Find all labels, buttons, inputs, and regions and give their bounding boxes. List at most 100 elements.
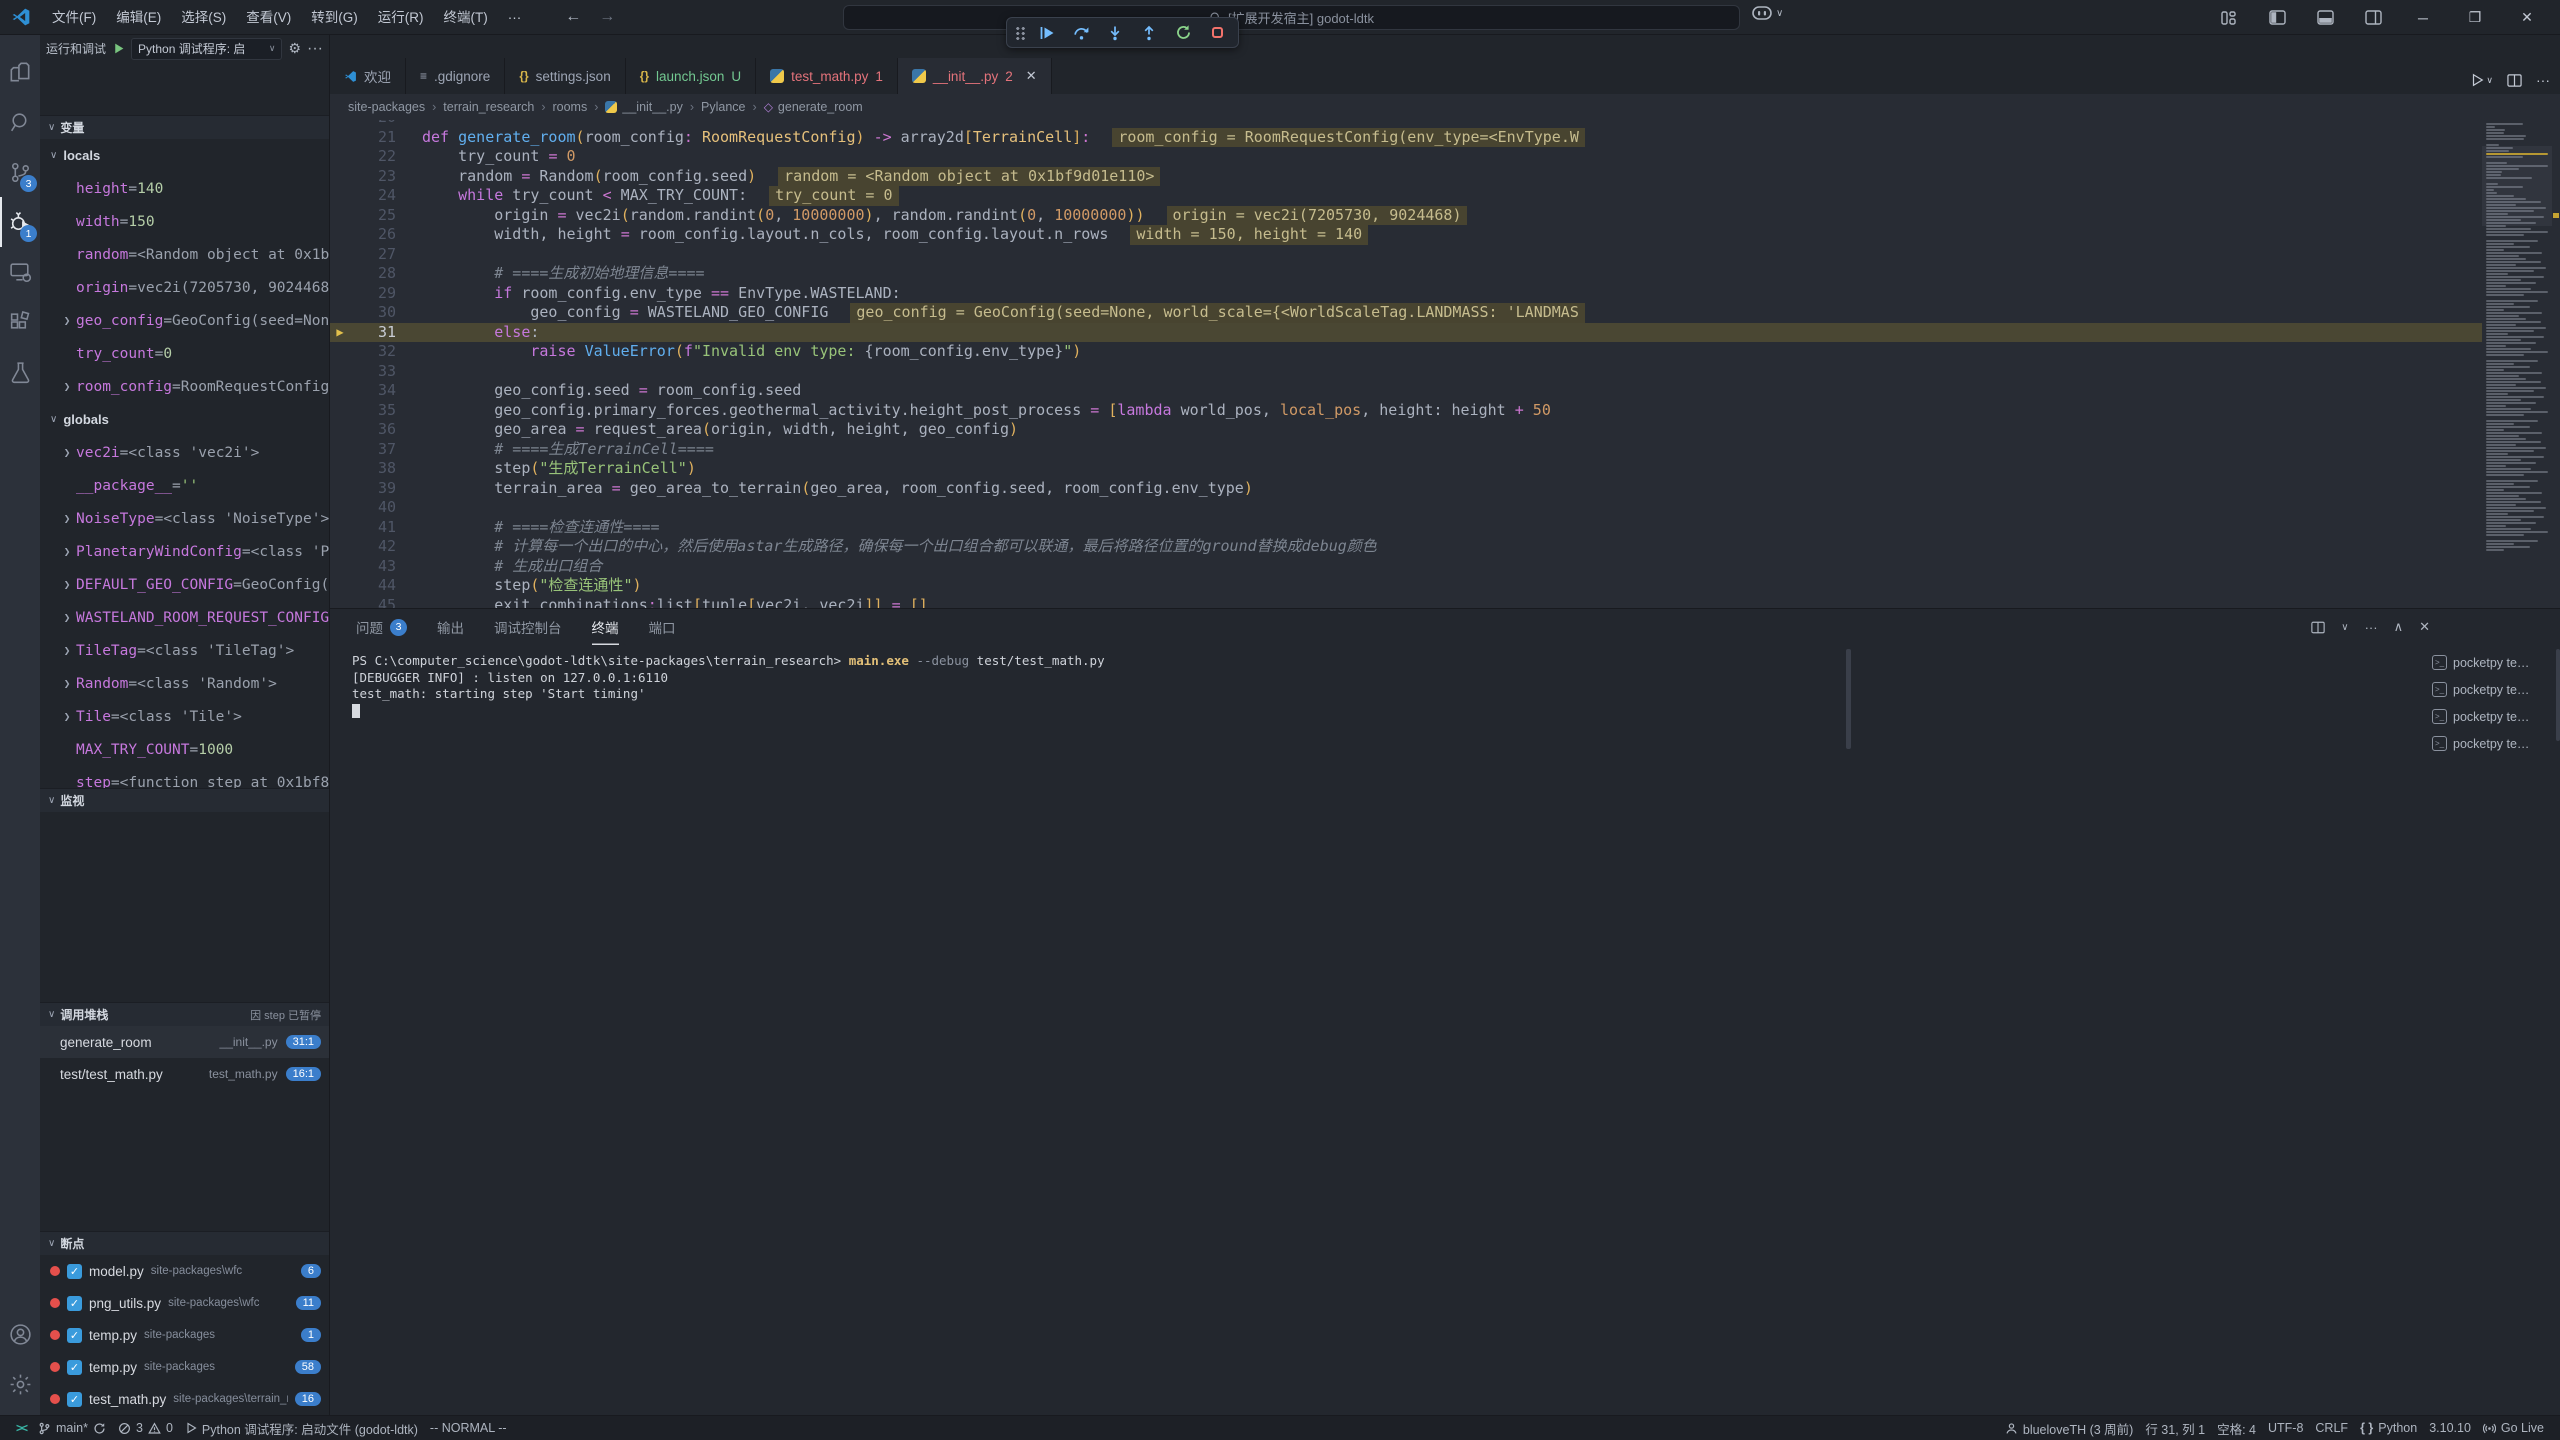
activity-testing-icon[interactable] — [0, 347, 40, 397]
breakpoint-row[interactable]: ✓png_utils.pysite-packages\wfc11 — [40, 1287, 329, 1319]
variables-section-header[interactable]: ∨变量 — [40, 115, 329, 139]
drag-handle-icon[interactable] — [1015, 26, 1026, 40]
code-editor[interactable]: 2021def generate_room(room_config: RoomR… — [330, 120, 2560, 608]
status-debug-status[interactable]: Python 调试程序: 启动文件 (godot-ldtk) — [179, 1416, 424, 1440]
tab-__init__.py[interactable]: __init__.py2✕ — [898, 58, 1052, 94]
code-line[interactable]: 20 — [330, 120, 2560, 128]
line-number[interactable]: 24 — [350, 186, 396, 206]
stop-button[interactable] — [1202, 20, 1232, 46]
activity-source-control-icon[interactable]: 3 — [0, 147, 40, 197]
terminal-list-scrollbar[interactable] — [2556, 649, 2560, 741]
code-line[interactable]: 21def generate_room(room_config: RoomReq… — [330, 128, 2560, 148]
variable-row[interactable]: ❯PlanetaryWindConfig = <class 'Planeta… — [40, 535, 329, 568]
code-line[interactable]: 45 exit_combinations:list[tuple[vec2i, v… — [330, 596, 2560, 609]
breakpoint-checkbox[interactable]: ✓ — [67, 1392, 82, 1407]
continue-button[interactable] — [1032, 20, 1062, 46]
status-indentation[interactable]: 空格: 4 — [2211, 1416, 2262, 1440]
variable-row[interactable]: ❯room_config = RoomRequestConfig(env_t… — [40, 370, 329, 403]
split-editor-icon[interactable] — [2507, 73, 2522, 88]
code-line[interactable]: 29 if room_config.env_type == EnvType.WA… — [330, 284, 2560, 304]
variable-row[interactable]: width = 150 — [40, 205, 329, 238]
variable-row[interactable]: random = <Random object at 0x1bf9d01e… — [40, 238, 329, 271]
line-number[interactable]: 27 — [350, 245, 396, 265]
call-stack-section-header[interactable]: ∨调用堆栈 因 step 已暂停 — [40, 1002, 329, 1026]
code-line[interactable]: 30 geo_config = WASTELAND_GEO_CONFIGgeo_… — [330, 303, 2560, 323]
variable-row[interactable]: MAX_TRY_COUNT = 1000 — [40, 733, 329, 766]
line-number[interactable]: 30 — [350, 303, 396, 323]
line-number[interactable]: 25 — [350, 206, 396, 226]
line-number[interactable]: 40 — [350, 498, 396, 518]
tab-settings.json[interactable]: {}settings.json — [505, 58, 625, 94]
activity-run-and-debug-icon[interactable]: 1 — [0, 197, 40, 247]
variable-row[interactable]: height = 140 — [40, 172, 329, 205]
line-number[interactable]: 42 — [350, 537, 396, 557]
step-over-button[interactable] — [1066, 20, 1096, 46]
minimap[interactable] — [2482, 120, 2552, 608]
breadcrumb-item[interactable]: ◇generate_room — [764, 100, 863, 114]
line-number[interactable]: 20 — [350, 120, 396, 128]
terminal-tab-item[interactable]: >_pocketpy te… — [2432, 703, 2554, 730]
terminal-tab-item[interactable]: >_pocketpy te… — [2432, 730, 2554, 757]
line-number[interactable]: 34 — [350, 381, 396, 401]
line-number[interactable]: 36 — [350, 420, 396, 440]
code-line[interactable]: 42 # 计算每一个出口的中心，然后使用astar生成路径，确保每一个出口组合都… — [330, 537, 2560, 557]
call-stack-frame[interactable]: test/test_math.pytest_math.py16:1 — [40, 1058, 329, 1090]
line-number[interactable]: 23 — [350, 167, 396, 187]
status-remote-indicator[interactable]: >< — [10, 1416, 32, 1440]
line-number[interactable]: 43 — [350, 557, 396, 577]
toggle-secondary-sidebar-icon[interactable] — [2354, 5, 2392, 31]
code-line[interactable]: ▶31 else: — [330, 323, 2560, 343]
status-git-branch[interactable]: main* — [32, 1416, 112, 1440]
tab-close-icon[interactable]: ✕ — [1026, 68, 1037, 84]
debug-configuration-select[interactable]: Python 调试程序: 启 ∨ — [131, 38, 282, 60]
variable-row[interactable]: origin = vec2i(7205730, 9024468) — [40, 271, 329, 304]
status-python-version[interactable]: 3.10.10 — [2423, 1416, 2477, 1440]
code-line[interactable]: 37 # ====生成TerrainCell==== — [330, 440, 2560, 460]
variable-row[interactable]: ❯Random = <class 'Random'> — [40, 667, 329, 700]
code-line[interactable]: 34 geo_config.seed = room_config.seed — [330, 381, 2560, 401]
line-number[interactable]: 31 — [350, 323, 396, 343]
code-line[interactable]: 27 — [330, 245, 2560, 265]
tab-.gdignore[interactable]: ≡.gdignore — [406, 58, 505, 94]
activity-search-icon[interactable] — [0, 97, 40, 147]
breadcrumb-item[interactable]: Pylance — [701, 100, 745, 114]
close-panel-icon[interactable]: ✕ — [2419, 619, 2430, 635]
breadcrumb-item[interactable]: rooms — [552, 100, 587, 114]
code-line[interactable]: 44 step("检查连通性") — [330, 576, 2560, 596]
code-line[interactable]: 23 random = Random(room_config.seed)rand… — [330, 167, 2560, 187]
menu-item-查看V[interactable]: 查看(V) — [236, 0, 301, 35]
gear-icon[interactable]: ⚙ — [288, 40, 301, 57]
breadcrumb-item[interactable]: site-packages — [348, 100, 425, 114]
line-number[interactable]: 37 — [350, 440, 396, 460]
line-number[interactable]: 39 — [350, 479, 396, 499]
variable-row[interactable]: ❯NoiseType = <class 'NoiseType'> — [40, 502, 329, 535]
breakpoint-checkbox[interactable]: ✓ — [67, 1296, 82, 1311]
line-number[interactable]: 41 — [350, 518, 396, 538]
tab-launch.json[interactable]: {}launch.jsonU — [626, 58, 756, 94]
panel-tab-输出[interactable]: 输出 — [437, 609, 464, 645]
panel-tab-端口[interactable]: 端口 — [649, 609, 676, 645]
variable-row[interactable]: ❯WASTELAND_ROOM_REQUEST_CONFIG = RoomR… — [40, 601, 329, 634]
line-number[interactable]: 29 — [350, 284, 396, 304]
code-line[interactable]: 26 width, height = room_config.layout.n_… — [330, 225, 2560, 245]
step-out-button[interactable] — [1134, 20, 1164, 46]
more-actions-icon[interactable]: ··· — [307, 40, 323, 58]
panel-tab-终端[interactable]: 终端 — [592, 609, 619, 645]
status-eol[interactable]: CRLF — [2309, 1416, 2354, 1440]
status-go-live[interactable]: Go Live — [2477, 1416, 2550, 1440]
run-python-file-button[interactable]: ∨ — [2470, 73, 2493, 87]
line-number[interactable]: 26 — [350, 225, 396, 245]
status-encoding[interactable]: UTF-8 — [2262, 1416, 2309, 1440]
variable-row[interactable]: ❯Tile = <class 'Tile'> — [40, 700, 329, 733]
line-number[interactable]: 38 — [350, 459, 396, 479]
status-git-author[interactable]: blueloveTH (3 周前) — [1999, 1416, 2139, 1440]
nav-forward-icon[interactable]: → — [599, 8, 615, 26]
line-number[interactable]: 45 — [350, 596, 396, 609]
copilot-button[interactable]: ∨ — [1752, 6, 1783, 20]
menu-item-选择S[interactable]: 选择(S) — [171, 0, 236, 35]
activity-remote-explorer-icon[interactable] — [0, 247, 40, 297]
activity-accounts-icon[interactable] — [0, 1309, 40, 1359]
code-line[interactable]: 32 raise ValueError(f"Invalid env type: … — [330, 342, 2560, 362]
code-line[interactable]: 41 # ====检查连通性==== — [330, 518, 2560, 538]
line-number[interactable]: 32 — [350, 342, 396, 362]
